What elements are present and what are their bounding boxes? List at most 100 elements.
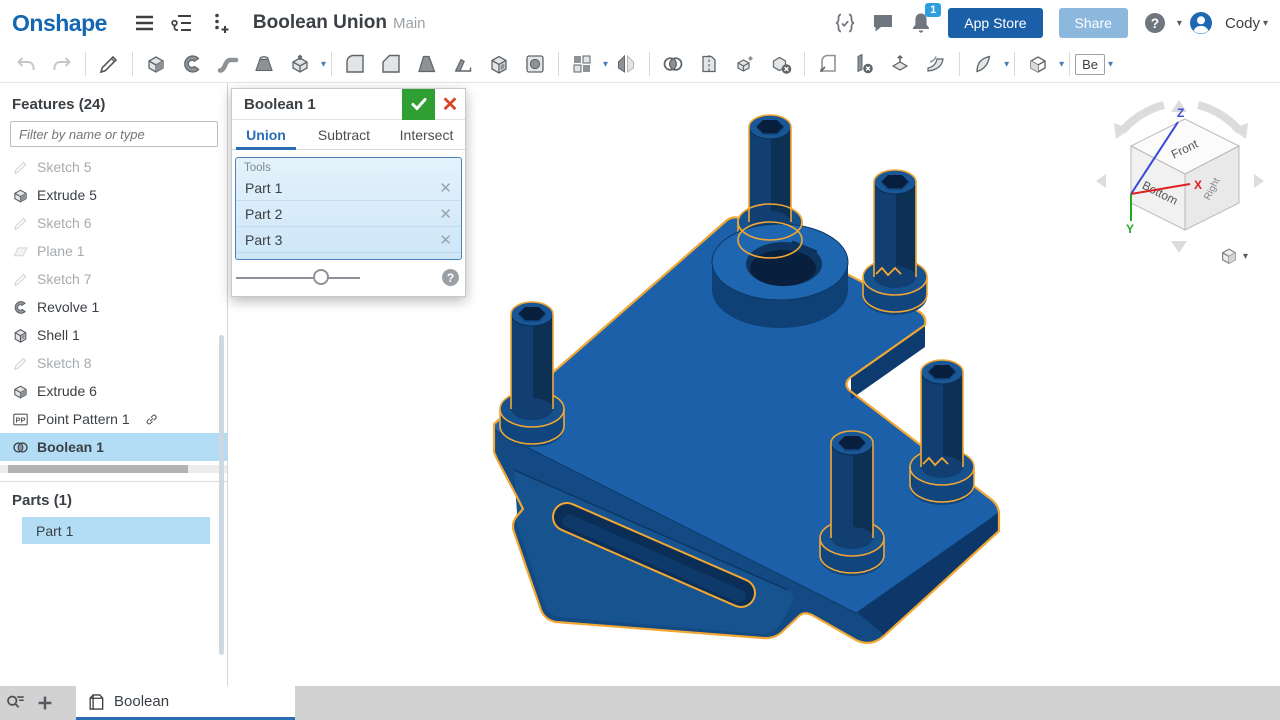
feature-filter-input[interactable] <box>10 121 218 147</box>
rib-button[interactable] <box>448 49 478 79</box>
featurescript-icon[interactable] <box>833 11 857 35</box>
thicken-button[interactable] <box>285 49 315 79</box>
transform-button[interactable] <box>730 49 760 79</box>
feature-item-sketch8[interactable]: Sketch 8 <box>0 349 227 377</box>
user-menu-caret-icon[interactable]: ▾ <box>1263 18 1268 29</box>
sketch-button[interactable] <box>94 49 124 79</box>
offset-surface-button[interactable] <box>921 49 951 79</box>
feature-item-sketch5[interactable]: Sketch 5 <box>0 153 227 181</box>
help-icon[interactable]: ? <box>1143 11 1167 35</box>
fillet-button[interactable] <box>340 49 370 79</box>
remove-part2-icon[interactable]: ✕ <box>439 205 452 223</box>
partstudio-icon <box>86 692 114 712</box>
parts-header: Parts (1) <box>0 482 227 517</box>
loft-button[interactable] <box>249 49 279 79</box>
user-avatar[interactable] <box>1189 11 1213 35</box>
bolt-4 <box>910 360 974 505</box>
feature-item-pointpattern1[interactable]: PP Point Pattern 1 <box>0 405 227 433</box>
remove-part1-icon[interactable]: ✕ <box>439 179 452 197</box>
features-vertical-scrollbar[interactable] <box>219 335 224 655</box>
onshape-logo[interactable]: Onshape <box>12 10 107 37</box>
studio-tab-bar: Boolean <box>0 686 1280 720</box>
undo-button[interactable] <box>11 49 41 79</box>
onshape-app: Onshape Boolean Union Main 1 App Store S… <box>0 0 1280 720</box>
tool-row-part2[interactable]: Part 2✕ <box>236 201 461 227</box>
tool-row-part1[interactable]: Part 1✕ <box>236 175 461 201</box>
tool-row-part3[interactable]: Part 3✕ <box>236 227 461 253</box>
tab-union[interactable]: Union <box>232 120 300 149</box>
app-store-button[interactable]: App Store <box>948 8 1042 38</box>
plane-icon <box>12 243 29 260</box>
add-tab-button[interactable] <box>30 686 60 720</box>
pattern-caret-icon[interactable]: ▾ <box>603 59 608 70</box>
workspace-name[interactable]: Main <box>393 15 426 32</box>
comments-icon[interactable] <box>871 11 895 35</box>
view-right-arrow[interactable] <box>1254 174 1264 188</box>
svg-text:PP: PP <box>16 415 26 424</box>
tool-row-part4[interactable]: Part 4✕ <box>236 253 461 260</box>
view-left-arrow[interactable] <box>1096 174 1106 188</box>
sweep-button[interactable] <box>213 49 243 79</box>
composite-caret-icon[interactable]: ▾ <box>1059 59 1064 70</box>
delete-face-button[interactable] <box>849 49 879 79</box>
feature-item-sketch7[interactable]: Sketch 7 <box>0 265 227 293</box>
chamfer-button[interactable] <box>376 49 406 79</box>
feature-item-revolve1[interactable]: Revolve 1 <box>0 293 227 321</box>
help-caret-icon[interactable]: ▾ <box>1177 18 1182 29</box>
surface-caret-icon[interactable]: ▾ <box>1004 59 1009 70</box>
surface-tools-button[interactable] <box>968 49 998 79</box>
view-options-button[interactable]: ▾ <box>1218 245 1248 267</box>
cancel-button[interactable]: ✕ <box>435 89 465 120</box>
manage-tabs-button[interactable] <box>0 686 30 720</box>
delete-part-button[interactable] <box>766 49 796 79</box>
mirror-button[interactable] <box>611 49 641 79</box>
extrude-button[interactable] <box>141 49 171 79</box>
versions-history-icon[interactable] <box>170 11 194 35</box>
tools-selection-list[interactable]: Tools Part 1✕ Part 2✕ Part 3✕ Part 4✕ <box>235 157 462 260</box>
detail-slider[interactable] <box>236 277 360 279</box>
detail-slider-handle[interactable] <box>313 269 329 285</box>
remove-part3-icon[interactable]: ✕ <box>439 231 452 249</box>
share-button[interactable]: Share <box>1059 8 1128 38</box>
split-button[interactable] <box>694 49 724 79</box>
part-item-part1[interactable]: Part 1 <box>22 517 210 544</box>
view-options-caret-icon[interactable]: ▾ <box>1243 251 1248 262</box>
view-down-arrow[interactable] <box>1171 241 1187 253</box>
composite-part-button[interactable] <box>1023 49 1053 79</box>
features-horizontal-scrollbar[interactable] <box>0 465 227 473</box>
insert-element-icon[interactable] <box>208 11 232 35</box>
rotate-ccw-arrow <box>1122 105 1164 131</box>
feature-item-extrude6[interactable]: Extrude 6 <box>0 377 227 405</box>
custom-feature-button[interactable]: Be <box>1075 54 1105 75</box>
boolean-button[interactable] <box>658 49 688 79</box>
feature-item-plane1[interactable]: Plane 1 <box>0 237 227 265</box>
z-axis-label: Z <box>1177 106 1184 120</box>
modify-fillet-button[interactable] <box>813 49 843 79</box>
hole-button[interactable] <box>520 49 550 79</box>
partstudio-tab-boolean[interactable]: Boolean <box>76 686 295 720</box>
confirm-button[interactable] <box>402 89 435 120</box>
notifications-bell-icon[interactable]: 1 <box>909 11 933 35</box>
custom-feature-caret-icon[interactable]: ▾ <box>1108 59 1113 70</box>
linear-pattern-button[interactable] <box>567 49 597 79</box>
model-viewport[interactable] <box>470 95 1030 660</box>
sketch-icon <box>12 215 29 232</box>
boolean-icon <box>12 439 29 456</box>
draft-button[interactable] <box>412 49 442 79</box>
dialog-help-icon[interactable]: ? <box>442 269 459 286</box>
user-name[interactable]: Cody <box>1225 15 1260 32</box>
feature-item-extrude5[interactable]: Extrude 5 <box>0 181 227 209</box>
feature-item-sketch6[interactable]: Sketch 6 <box>0 209 227 237</box>
move-face-button[interactable] <box>885 49 915 79</box>
feature-item-boolean1[interactable]: Boolean 1 <box>0 433 227 461</box>
dialog-title: Boolean 1 <box>232 96 402 113</box>
sketch-icon <box>12 271 29 288</box>
thicken-caret-icon[interactable]: ▾ <box>321 59 326 70</box>
shell-button[interactable] <box>484 49 514 79</box>
tab-subtract[interactable]: Subtract <box>300 120 388 149</box>
redo-button[interactable] <box>47 49 77 79</box>
hamburger-menu-icon[interactable] <box>132 11 156 35</box>
feature-item-shell1[interactable]: Shell 1 <box>0 321 227 349</box>
revolve-button[interactable] <box>177 49 207 79</box>
tab-intersect[interactable]: Intersect <box>388 120 465 149</box>
